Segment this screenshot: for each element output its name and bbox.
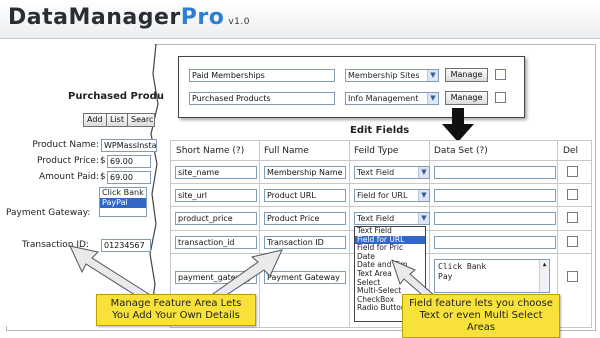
- chevron-down-icon: ▼: [418, 167, 429, 178]
- search-button[interactable]: Searc: [127, 113, 155, 127]
- column-header-short-name: Short Name (?): [176, 146, 245, 156]
- data-set-input[interactable]: [434, 236, 556, 249]
- delete-checkbox[interactable]: [567, 271, 578, 282]
- edit-fields-title: Edit Fields: [350, 125, 410, 136]
- column-header-full-name: Full Name: [264, 146, 309, 156]
- product-name-input[interactable]: WPMassInstalle: [101, 139, 157, 152]
- scroll-up-icon[interactable]: ▲: [540, 260, 549, 269]
- currency-symbol-2: $: [100, 172, 106, 182]
- column-header-data-set: Data Set (?): [434, 146, 488, 156]
- torn-edge-icon: [149, 44, 159, 326]
- chevron-down-icon: ▼: [418, 213, 429, 224]
- field-type-select[interactable]: Field for URL ▼: [354, 189, 430, 202]
- payment-gateway-label: Payment Gateway:: [6, 208, 91, 218]
- feature-category-select[interactable]: Info Management ▼: [345, 92, 439, 105]
- full-name-input[interactable]: Transaction ID: [264, 236, 346, 249]
- scrollbar[interactable]: ▲: [539, 260, 549, 292]
- feature-category-select[interactable]: Membership Sites ▼: [345, 69, 439, 82]
- product-name-label: Product Name:: [32, 140, 99, 150]
- data-set-textarea[interactable]: Click Bank Pay ▲: [434, 259, 550, 293]
- short-name-input[interactable]: site_url: [175, 189, 257, 202]
- short-name-input[interactable]: site_name: [175, 166, 257, 179]
- data-set-line: Pay: [438, 272, 453, 281]
- chevron-down-icon: ▼: [427, 93, 438, 104]
- app-header: DataManagerPro v1.0: [0, 0, 600, 39]
- callout-field-feature: Field feature lets you choose Text or ev…: [402, 294, 560, 338]
- transaction-id-label: Transaction ID:: [22, 240, 89, 250]
- data-set-input[interactable]: [434, 212, 556, 225]
- column-header-del: Del: [563, 146, 578, 156]
- full-name-input[interactable]: Payment Gateway: [264, 271, 346, 284]
- short-name-input[interactable]: transaction_id: [175, 236, 257, 249]
- amount-paid-input[interactable]: 69.00: [107, 171, 151, 184]
- data-set-input[interactable]: [434, 189, 556, 202]
- data-set-line: Click Bank: [438, 262, 487, 271]
- short-name-input[interactable]: payment_gateway: [175, 271, 257, 284]
- app-logo: DataManagerPro v1.0: [8, 5, 250, 30]
- product-price-input[interactable]: 69.00: [107, 155, 151, 168]
- feature-checkbox[interactable]: [495, 69, 506, 80]
- product-price-label: Product Price:: [36, 156, 99, 166]
- chevron-down-icon: ▼: [427, 70, 438, 81]
- delete-checkbox[interactable]: [567, 166, 578, 177]
- delete-checkbox[interactable]: [567, 212, 578, 223]
- manage-button[interactable]: Manage: [445, 68, 488, 82]
- callout-manage-feature: Manage Feature Area Lets You Add Your Ow…: [96, 294, 256, 326]
- purchased-products-panel: Purchased Produ Add List Searc Product N…: [6, 44, 164, 326]
- arrow-down-icon: [442, 108, 474, 142]
- list-button[interactable]: List: [106, 113, 128, 127]
- short-name-input[interactable]: product_price: [175, 212, 257, 225]
- field-type-select[interactable]: Text Field ▼: [354, 166, 430, 179]
- delete-checkbox[interactable]: [567, 236, 578, 247]
- payment-option-selected[interactable]: PayPal: [100, 198, 146, 208]
- currency-symbol: $: [100, 156, 106, 166]
- full-name-input[interactable]: Product URL: [264, 189, 346, 202]
- amount-paid-label: Amount Paid:: [38, 172, 99, 182]
- data-set-input[interactable]: [434, 166, 556, 179]
- column-header-field-type: Feild Type: [354, 146, 399, 156]
- chevron-down-icon: ▼: [418, 190, 429, 201]
- feature-checkbox[interactable]: [495, 92, 506, 103]
- full-name-input[interactable]: Product Price: [264, 212, 346, 225]
- manage-button[interactable]: Manage: [445, 91, 488, 105]
- full-name-input[interactable]: Membership Name: [264, 166, 346, 179]
- purchased-products-title: Purchased Produ: [68, 91, 164, 102]
- payment-gateway-select[interactable]: Click Bank PayPal: [99, 187, 147, 217]
- payment-option[interactable]: Click Bank: [100, 188, 146, 198]
- feature-name-input[interactable]: Paid Memberships: [189, 69, 335, 82]
- delete-checkbox[interactable]: [567, 189, 578, 200]
- add-button[interactable]: Add: [83, 113, 107, 127]
- field-type-select[interactable]: Text Field ▼: [354, 212, 430, 225]
- feature-name-input[interactable]: Purchased Products: [189, 92, 335, 105]
- transaction-id-input[interactable]: 01234567: [101, 239, 151, 252]
